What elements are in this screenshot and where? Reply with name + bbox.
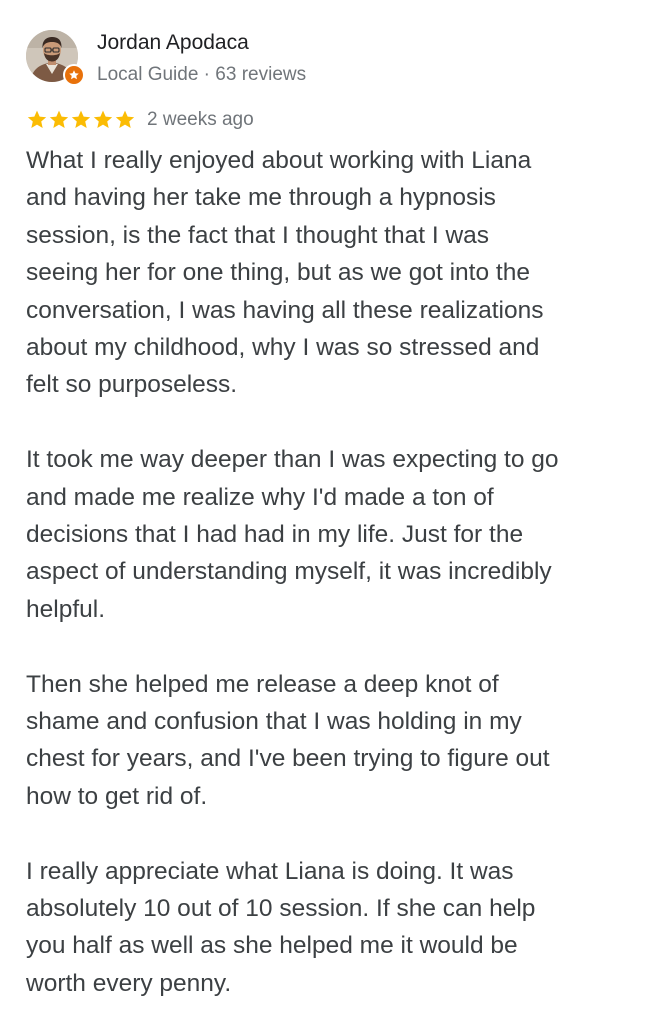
review-paragraph: Then she helped me release a deep knot o… [26, 670, 550, 810]
review-paragraph: It took me way deeper than I was expecti… [26, 446, 559, 623]
star-icon [27, 110, 47, 128]
review-paragraph: I really appreciate what Liana is doing.… [26, 857, 536, 997]
star-rating [26, 109, 136, 131]
rating-row: 2 weeks ago [26, 107, 254, 133]
reviewer-name[interactable]: Jordan Apodaca [97, 30, 249, 56]
review-text: What I really enjoyed about working with… [26, 142, 626, 1002]
star-icon [49, 110, 69, 128]
reviewer-meta[interactable]: Local Guide · 63 reviews [97, 63, 306, 87]
review-date: 2 weeks ago [147, 109, 254, 130]
star-icon [115, 110, 135, 128]
review-card: Jordan Apodaca Local Guide · 63 reviews … [0, 0, 659, 1023]
review-paragraph: What I really enjoyed about working with… [26, 147, 544, 399]
star-icon [71, 110, 91, 128]
star-icon [93, 110, 113, 128]
reviewer-avatar-container[interactable] [26, 30, 85, 88]
local-guide-star-icon [63, 64, 85, 86]
